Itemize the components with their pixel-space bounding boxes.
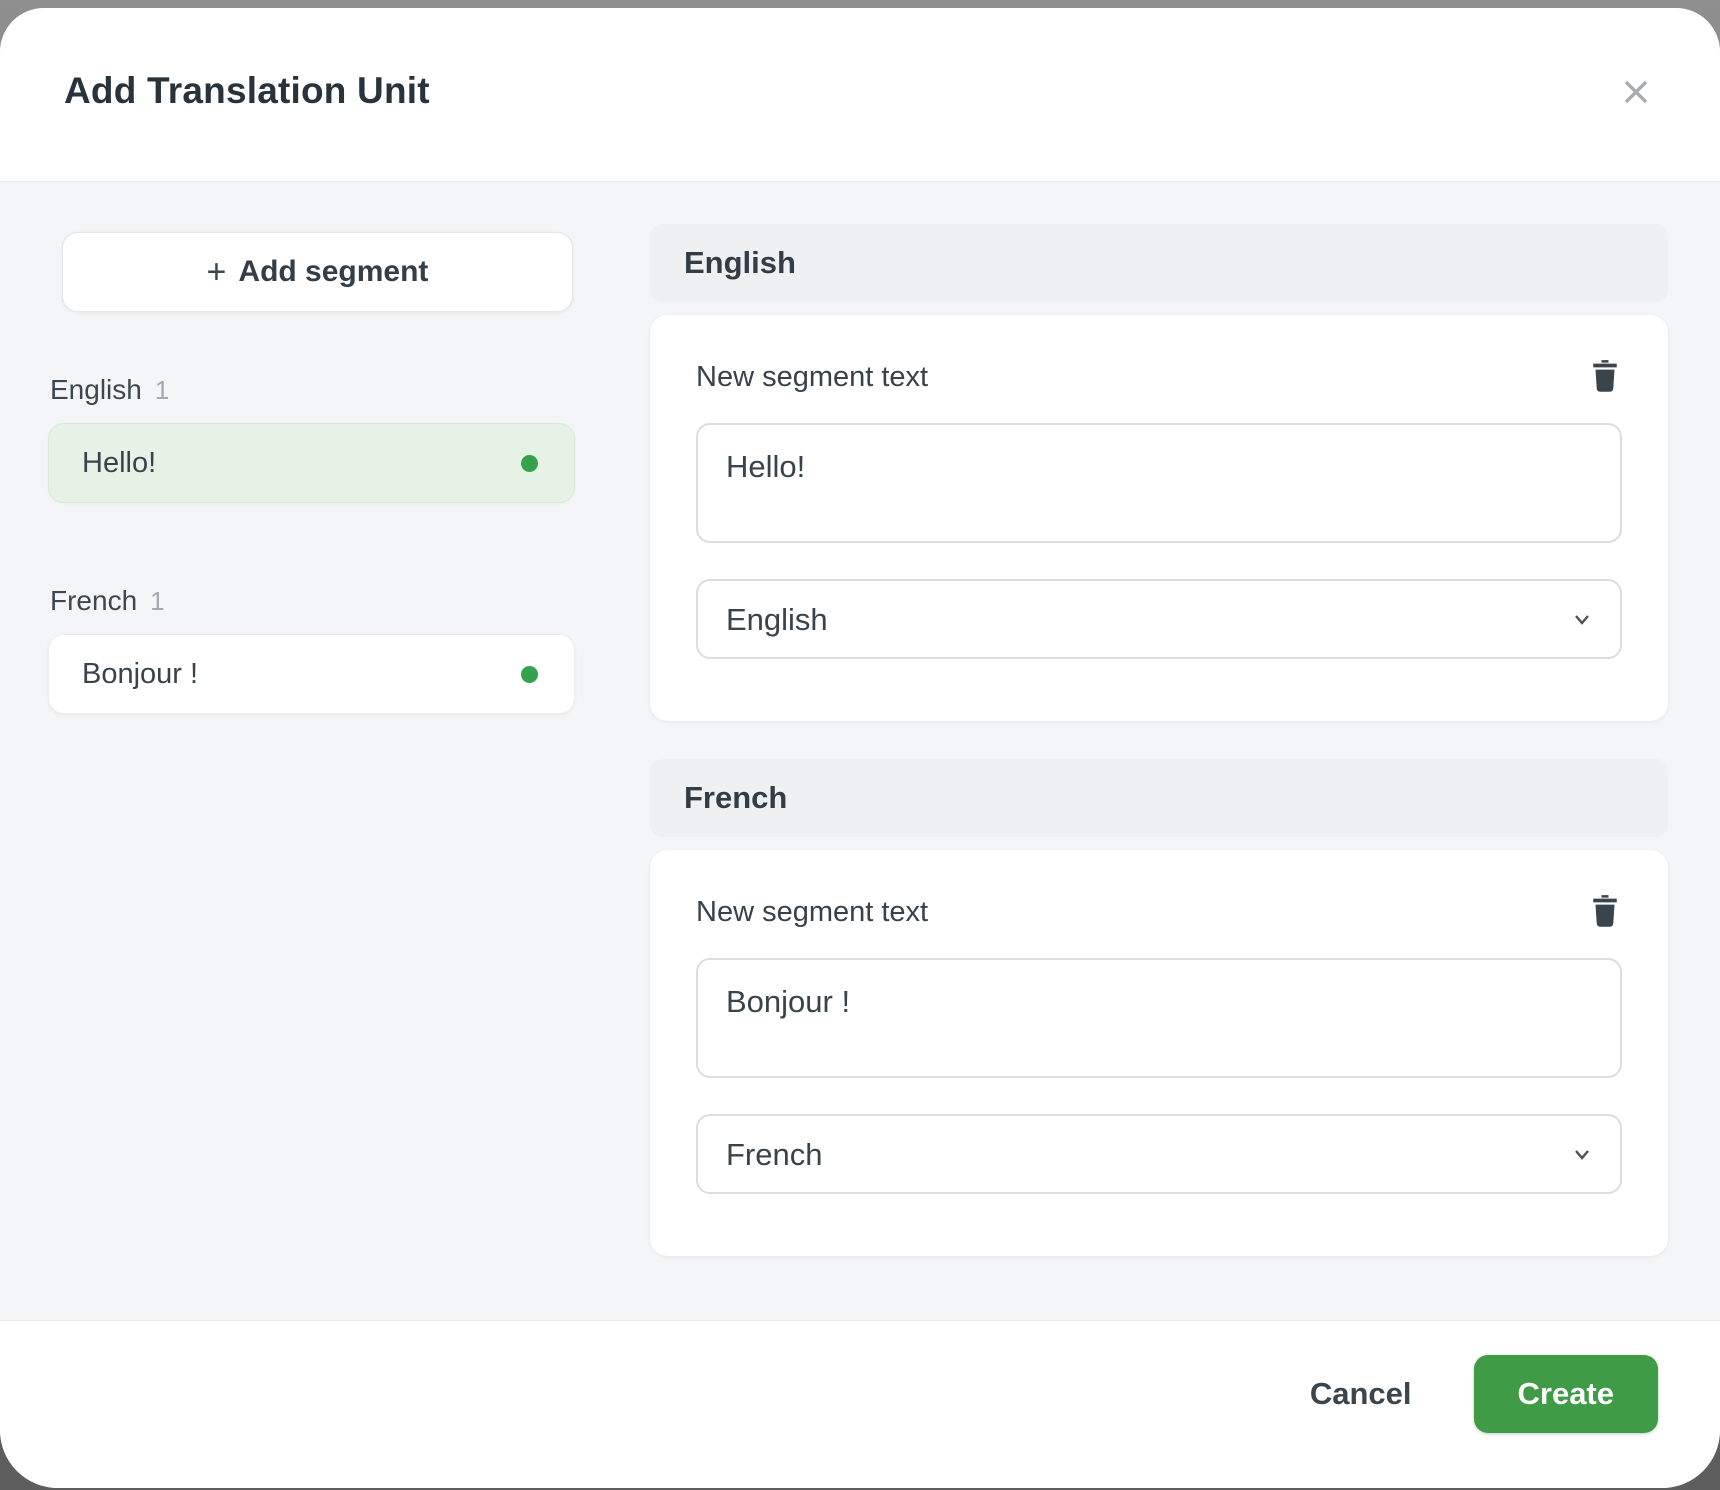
segment-text-label: New segment text xyxy=(696,892,928,929)
group-language: English xyxy=(50,374,142,406)
trash-icon xyxy=(1590,894,1620,928)
segment-editor-column: English New segment text xyxy=(650,224,1668,1320)
plus-icon: + xyxy=(207,255,227,289)
language-select-wrap: English xyxy=(696,579,1622,659)
language-group-label-french: French 1 xyxy=(50,585,575,617)
status-dot-icon xyxy=(521,666,538,683)
section-header-english: English xyxy=(650,224,1668,302)
segment-count-badge: 1 xyxy=(150,586,164,617)
dialog-backdrop: Add Translation Unit + Add segment xyxy=(0,0,1720,1490)
trash-icon xyxy=(1590,359,1620,393)
segment-text-label: New segment text xyxy=(696,357,928,394)
segments-sidebar: + Add segment English 1 Hello! French 1 … xyxy=(48,224,575,1320)
section-header-label: English xyxy=(684,245,796,281)
add-segment-button[interactable]: + Add segment xyxy=(62,232,573,312)
language-section-english: English New segment text xyxy=(650,224,1668,721)
segment-card-english: New segment text xyxy=(650,315,1668,721)
dialog-body: + Add segment English 1 Hello! French 1 … xyxy=(0,182,1720,1320)
delete-segment-button[interactable] xyxy=(1588,892,1622,930)
group-language: French xyxy=(50,585,137,617)
close-button[interactable] xyxy=(1608,64,1664,120)
add-segment-label: Add segment xyxy=(238,255,428,289)
status-dot-icon xyxy=(521,455,538,472)
language-select[interactable]: French xyxy=(696,1114,1622,1194)
segment-text-input[interactable]: Bonjour ! xyxy=(696,958,1622,1078)
create-button[interactable]: Create xyxy=(1474,1355,1659,1433)
language-section-french: French New segment text xyxy=(650,759,1668,1256)
segment-list-item-french[interactable]: Bonjour ! xyxy=(48,634,575,714)
dialog-header: Add Translation Unit xyxy=(0,8,1720,182)
segment-item-text: Hello! xyxy=(82,447,156,480)
segment-count-badge: 1 xyxy=(155,375,169,406)
language-select[interactable]: English xyxy=(696,579,1622,659)
cancel-button[interactable]: Cancel xyxy=(1306,1366,1416,1422)
close-icon xyxy=(1618,74,1654,110)
segment-card-french: New segment text xyxy=(650,850,1668,1256)
card-label-row: New segment text xyxy=(696,892,1622,930)
language-select-wrap: French xyxy=(696,1114,1622,1194)
segment-list-item-english[interactable]: Hello! xyxy=(48,423,575,503)
dialog-title: Add Translation Unit xyxy=(64,70,430,112)
segment-item-text: Bonjour ! xyxy=(82,658,198,691)
add-translation-unit-dialog: Add Translation Unit + Add segment xyxy=(0,8,1720,1488)
segment-text-input[interactable]: Hello! xyxy=(696,423,1622,543)
section-header-label: French xyxy=(684,780,787,816)
delete-segment-button[interactable] xyxy=(1588,357,1622,395)
card-label-row: New segment text xyxy=(696,357,1622,395)
language-group-label-english: English 1 xyxy=(50,374,575,406)
dialog-footer: Cancel Create xyxy=(0,1320,1720,1488)
section-header-french: French xyxy=(650,759,1668,837)
